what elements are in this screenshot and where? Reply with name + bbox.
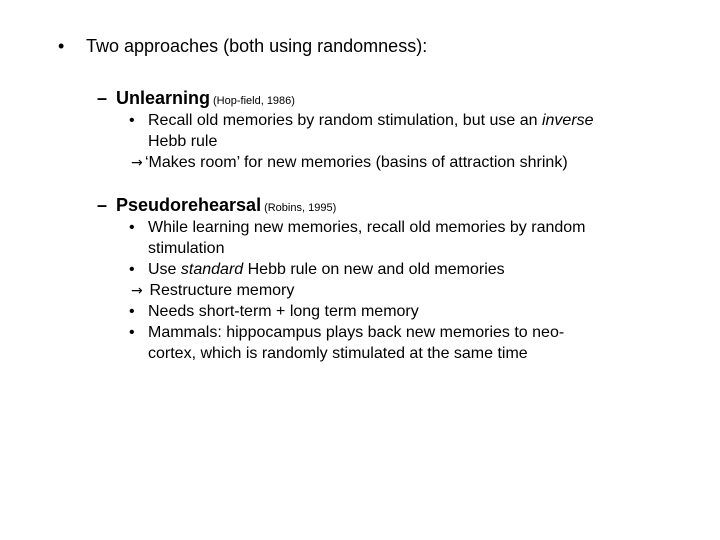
list-item-text: Needs short-term + long term memory: [148, 303, 419, 320]
bullet-marker: •: [129, 303, 135, 320]
slide: • Two approaches (both using randomness)…: [0, 0, 720, 540]
section-heading: Pseudorehearsal (Robins, 1995): [116, 194, 336, 219]
arrow-right-icon: →: [131, 155, 143, 171]
list-item-text: While learning new memories, recall old …: [148, 219, 586, 236]
heading-title: Pseudorehearsal: [116, 195, 262, 215]
bullet-marker: •: [129, 324, 135, 341]
dash-marker: –: [97, 195, 108, 215]
heading-reference: (Robins, 1995): [264, 202, 337, 214]
bullet-marker: •: [129, 261, 135, 278]
emphasis-text: inverse: [541, 112, 594, 129]
arrow-item: → ‘Makes room’ for new memories (basins o…: [131, 152, 568, 174]
dash-marker: –: [97, 88, 108, 108]
text-run: Use: [148, 261, 181, 278]
list-item-text: Hebb rule: [148, 133, 218, 150]
emphasis-text: standard: [180, 261, 244, 278]
arrow-item: → Restructure memory: [131, 280, 294, 302]
bullet-marker: •: [58, 36, 65, 56]
list-item-text: cortex, which is randomly stimulated at …: [148, 345, 528, 362]
text-run: Recall old memories by random stimulatio…: [148, 112, 542, 129]
section-heading: Unlearning (Hop-field, 1986): [116, 87, 295, 112]
arrow-item-text: Restructure memory: [145, 282, 295, 299]
heading-title: Unlearning: [116, 88, 211, 108]
arrow-right-icon: →: [131, 283, 143, 299]
heading-reference: (Hop-field, 1986): [213, 95, 295, 107]
bullet-marker: •: [129, 112, 135, 129]
list-item-text: stimulation: [148, 240, 225, 257]
top-bullet-text: Two approaches (both using randomness):: [86, 36, 428, 56]
text-run: Hebb rule on new and old memories: [243, 261, 505, 278]
list-item-text: Mammals: hippocampus plays back new memo…: [148, 324, 565, 341]
bullet-marker: •: [129, 219, 135, 236]
arrow-item-text: ‘Makes room’ for new memories (basins of…: [145, 154, 568, 171]
list-item-text: Recall old memories by random stimulatio…: [148, 110, 594, 131]
list-item-text: Use standard Hebb rule on new and old me…: [148, 259, 505, 280]
